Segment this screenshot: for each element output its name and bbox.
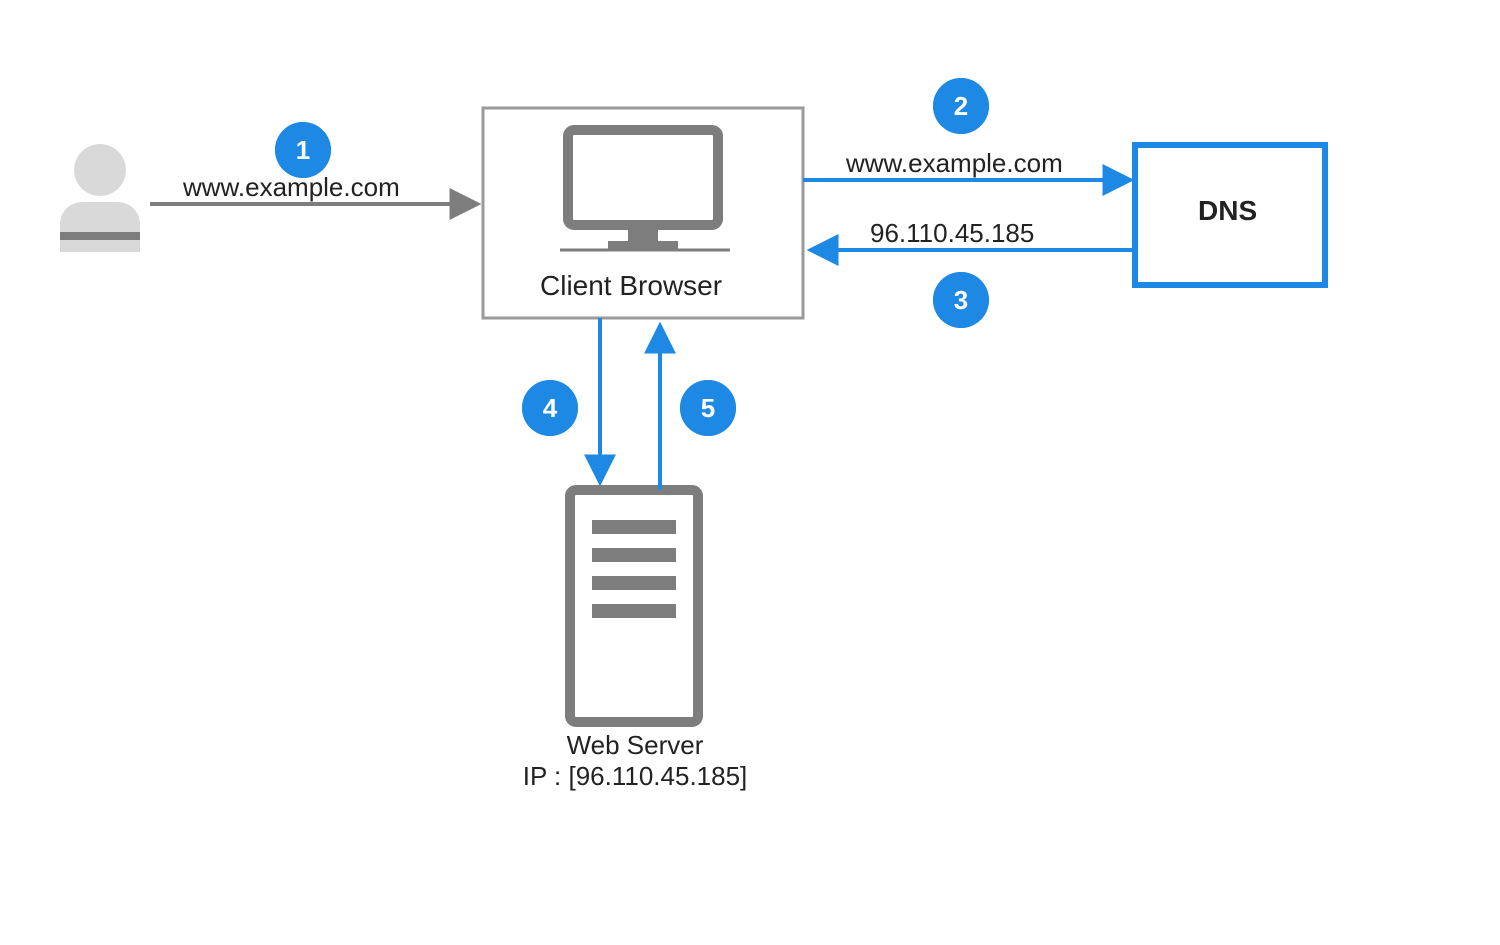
web-server-title: Web Server [485, 730, 785, 761]
user-icon [60, 144, 140, 252]
step-badge-2: 2 [933, 78, 989, 134]
arrow2-label: www.example.com [846, 148, 1063, 179]
arrow1-label: www.example.com [183, 172, 400, 203]
step-badge-5: 5 [680, 380, 736, 436]
web-server-ip: IP : [96.110.45.185] [485, 761, 785, 792]
arrow3-label: 96.110.45.185 [870, 218, 1034, 249]
client-browser-label: Client Browser [540, 270, 722, 302]
step-badge-1: 1 [275, 122, 331, 178]
diagram-canvas: Client Browser DNS www.example.com www.e… [0, 0, 1500, 945]
step-badge-3: 3 [933, 272, 989, 328]
web-server-icon [570, 490, 698, 722]
step-badge-4: 4 [522, 380, 578, 436]
web-server-labels: Web Server IP : [96.110.45.185] [485, 730, 785, 792]
dns-label: DNS [1198, 195, 1257, 227]
diagram-svg [0, 0, 1500, 945]
